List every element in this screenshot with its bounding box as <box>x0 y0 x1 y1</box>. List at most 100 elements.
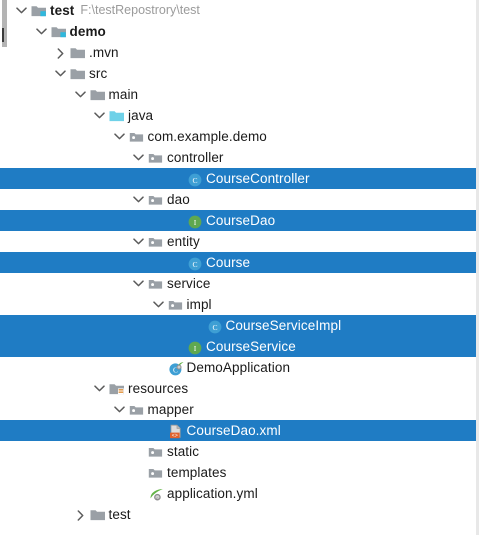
chevron-right-icon[interactable] <box>52 42 69 63</box>
chevron-down-icon[interactable] <box>130 273 147 294</box>
tree-twisty-placeholder <box>169 336 186 357</box>
chevron-down-icon[interactable] <box>150 294 167 315</box>
tree-row[interactable]: I CourseService <box>0 336 476 357</box>
tree-row-label: mapper <box>147 402 194 417</box>
tree-row[interactable]: java <box>0 105 476 126</box>
chevron-down-icon[interactable] <box>91 378 108 399</box>
chevron-down-icon[interactable] <box>130 189 147 210</box>
tree-row-label: test <box>108 507 131 522</box>
java-interface-icon: I <box>186 336 204 357</box>
java-class-icon: C <box>186 168 204 189</box>
tree-row[interactable]: test F:\testRepostrory\test <box>0 0 476 21</box>
tree-row-label: CourseDao.xml <box>186 423 281 438</box>
tree-twisty-placeholder <box>189 315 206 336</box>
tree-row-label: demo <box>69 24 106 39</box>
tree-row[interactable]: <> CourseDao.xml <box>0 420 476 441</box>
tree-twisty-placeholder <box>150 357 167 378</box>
package-icon <box>147 231 165 252</box>
tree-row-path: F:\testRepostrory\test <box>80 3 200 17</box>
tree-row-label: application.yml <box>167 486 258 501</box>
tree-twisty-placeholder <box>130 483 147 504</box>
tree-row[interactable]: .mvn <box>0 42 476 63</box>
tree-row-label: controller <box>167 150 224 165</box>
tree-row-label: impl <box>186 297 212 312</box>
spring-boot-class-icon: C <box>167 357 185 378</box>
vertical-scrollbar[interactable] <box>1 0 8 535</box>
chevron-down-icon[interactable] <box>111 126 128 147</box>
tree-row[interactable]: src <box>0 63 476 84</box>
tree-row-label: test <box>50 3 75 18</box>
svg-text:C: C <box>192 176 197 185</box>
java-class-icon: C <box>206 315 224 336</box>
tree-row-label: .mvn <box>89 45 119 60</box>
tree-row-label: static <box>167 444 200 459</box>
svg-text:C: C <box>192 260 197 269</box>
tree-twisty-placeholder <box>150 420 167 441</box>
tree-twisty-placeholder <box>169 210 186 231</box>
tree-row[interactable]: service <box>0 273 476 294</box>
tree-row-label: entity <box>167 234 200 249</box>
tree-row[interactable]: com.example.demo <box>0 126 476 147</box>
module-folder-icon <box>50 21 68 42</box>
chevron-down-icon[interactable] <box>111 399 128 420</box>
folder-icon <box>89 84 107 105</box>
chevron-down-icon[interactable] <box>72 84 89 105</box>
source-root-folder-icon <box>108 105 126 126</box>
project-tree-panel: test F:\testRepostrory\test demo .mvn src mai… <box>0 0 501 535</box>
tree-row[interactable]: dao <box>0 189 476 210</box>
tree-row[interactable]: static <box>0 441 476 462</box>
tree-row[interactable]: resources <box>0 378 476 399</box>
tree-row[interactable]: C DemoApplication <box>0 357 476 378</box>
tree-row[interactable]: controller <box>0 147 476 168</box>
tree-row[interactable]: demo <box>0 21 476 42</box>
tree-row[interactable]: main <box>0 84 476 105</box>
tree-row[interactable]: mapper <box>0 399 476 420</box>
chevron-down-icon[interactable] <box>33 21 50 42</box>
panel-divider <box>476 0 479 535</box>
package-icon <box>167 294 185 315</box>
chevron-down-icon[interactable] <box>130 231 147 252</box>
project-tree[interactable]: test F:\testRepostrory\test demo .mvn src mai… <box>0 0 476 525</box>
spring-yaml-icon: o <box>147 483 165 504</box>
tree-row[interactable]: C Course <box>0 252 476 273</box>
xml-file-icon: <> <box>167 420 185 441</box>
tree-row[interactable]: C CourseServiceImpl <box>0 315 476 336</box>
scrollbar-thumb[interactable] <box>2 0 7 47</box>
tree-row[interactable]: test <box>0 504 476 525</box>
tree-row-label: templates <box>167 465 227 480</box>
chevron-right-icon[interactable] <box>72 504 89 525</box>
tree-row-label: CourseController <box>206 171 310 186</box>
svg-text:C: C <box>212 323 217 332</box>
chevron-down-icon[interactable] <box>130 147 147 168</box>
package-icon <box>147 147 165 168</box>
tree-row-label: service <box>167 276 211 291</box>
tree-row[interactable]: templates <box>0 462 476 483</box>
chevron-down-icon[interactable] <box>52 63 69 84</box>
folder-icon <box>89 504 107 525</box>
tree-row[interactable]: impl <box>0 294 476 315</box>
package-icon <box>128 126 146 147</box>
tree-row-label: DemoApplication <box>186 360 291 375</box>
tree-row-label: java <box>128 108 154 123</box>
svg-text:<>: <> <box>171 433 177 439</box>
resource-root-folder-icon <box>108 378 126 399</box>
java-class-icon: C <box>186 252 204 273</box>
chevron-down-icon[interactable] <box>91 105 108 126</box>
tree-row-label: com.example.demo <box>147 129 267 144</box>
right-gutter <box>479 0 501 535</box>
tree-row[interactable]: o application.yml <box>0 483 476 504</box>
tree-row[interactable]: entity <box>0 231 476 252</box>
folder-icon <box>69 42 87 63</box>
package-icon <box>128 399 146 420</box>
tree-row-label: Course <box>206 255 251 270</box>
tree-row-label: main <box>108 87 139 102</box>
tree-row-label: dao <box>167 192 190 207</box>
tree-row[interactable]: I CourseDao <box>0 210 476 231</box>
chevron-down-icon[interactable] <box>13 0 30 21</box>
java-interface-icon: I <box>186 210 204 231</box>
package-icon <box>147 273 165 294</box>
tree-row[interactable]: C CourseController <box>0 168 476 189</box>
tree-row-label: resources <box>128 381 189 396</box>
tree-row-label: CourseDao <box>206 213 276 228</box>
package-icon <box>147 462 165 483</box>
